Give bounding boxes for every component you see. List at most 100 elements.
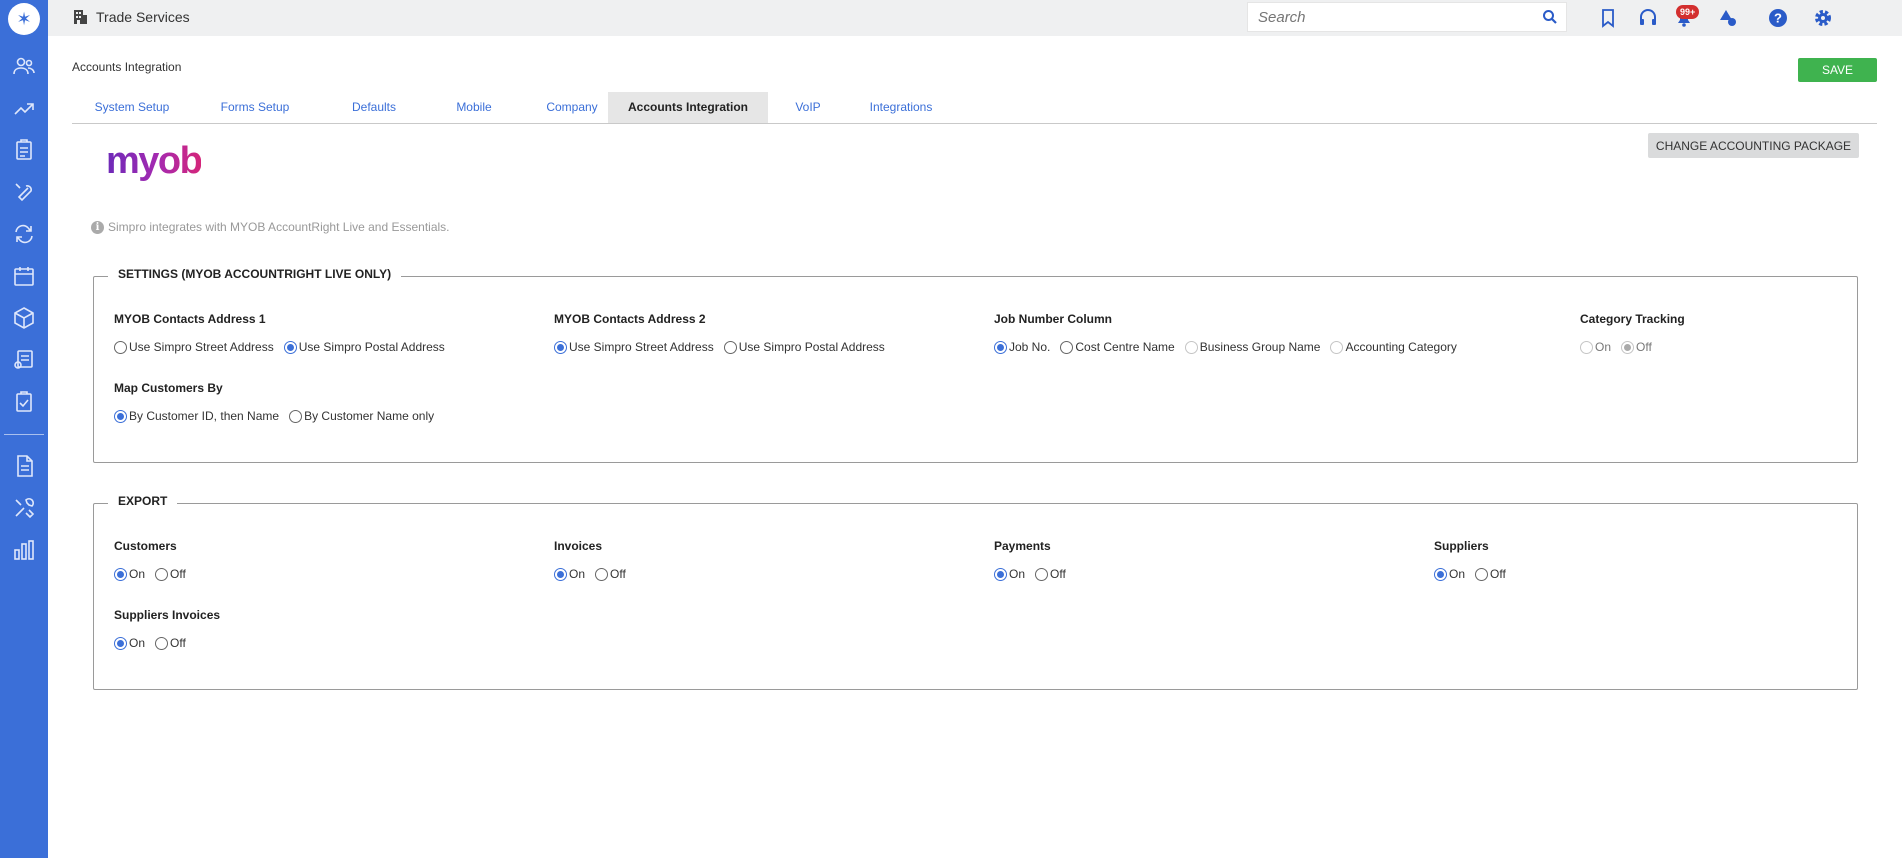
- job-number-column-label: Job Number Column: [994, 312, 1113, 326]
- option-label: Use Simpro Street Address: [129, 340, 274, 354]
- radio-button[interactable]: [289, 409, 303, 423]
- wrench-icon[interactable]: [0, 172, 48, 212]
- radio-button[interactable]: [155, 567, 169, 581]
- contacts-address-1-street-option[interactable]: Use Simpro Street Address: [114, 340, 274, 354]
- contacts-address-2-street-option[interactable]: Use Simpro Street Address: [554, 340, 714, 354]
- radio-button[interactable]: [114, 636, 127, 650]
- export-customers-group: Customers On Off: [114, 539, 186, 581]
- radio-button[interactable]: [723, 340, 737, 354]
- radio-button[interactable]: [595, 567, 609, 581]
- category-tracking-label: Category Tracking: [1580, 312, 1685, 326]
- app-switcher[interactable]: Trade Services: [72, 9, 190, 25]
- option-label: Use Simpro Postal Address: [298, 340, 445, 354]
- export-suppliers-on-option[interactable]: On: [1434, 567, 1465, 581]
- tab-accounts-integration[interactable]: Accounts Integration: [608, 92, 768, 123]
- radio-button[interactable]: [994, 340, 1007, 354]
- people-icon[interactable]: [0, 46, 48, 86]
- info-text: Simpro integrates with MYOB AccountRight…: [108, 220, 450, 234]
- export-suppliers-label: Suppliers: [1434, 539, 1489, 553]
- option-label: Off: [1490, 567, 1506, 581]
- calendar-icon[interactable]: [0, 256, 48, 296]
- tab-voip[interactable]: VoIP: [768, 92, 848, 123]
- category-tracking-on-option[interactable]: On: [1580, 340, 1611, 354]
- export-suppliers-off-option[interactable]: Off: [1475, 567, 1506, 581]
- radio-button[interactable]: [1060, 340, 1074, 354]
- radio-button[interactable]: [1580, 340, 1593, 354]
- tab-bar: System Setup Forms Setup Defaults Mobile…: [72, 92, 1877, 124]
- map-by-customer-name-option[interactable]: By Customer Name only: [289, 409, 434, 423]
- search-input[interactable]: [1248, 3, 1528, 31]
- radio-button[interactable]: [1184, 340, 1198, 354]
- leads-icon[interactable]: [0, 88, 48, 128]
- option-label: On: [129, 636, 146, 650]
- radio-button[interactable]: [994, 567, 1007, 581]
- clipboard-icon[interactable]: [0, 130, 48, 170]
- business-group-name-option[interactable]: Business Group Name: [1184, 340, 1320, 354]
- export-customers-on-option[interactable]: On: [114, 567, 145, 581]
- export-customers-off-option[interactable]: Off: [155, 567, 186, 581]
- option-label: Cost Centre Name: [1075, 340, 1175, 354]
- tab-mobile[interactable]: Mobile: [430, 92, 518, 123]
- save-button[interactable]: SAVE: [1798, 58, 1877, 82]
- document-icon[interactable]: [0, 446, 48, 486]
- export-invoices-off-option[interactable]: Off: [595, 567, 626, 581]
- top-bar: Trade Services 99+ ?: [48, 0, 1902, 36]
- tab-integrations[interactable]: Integrations: [848, 92, 954, 123]
- box-icon[interactable]: [0, 298, 48, 338]
- bookmark-icon[interactable]: [1596, 6, 1620, 30]
- notification-badge: 99+: [1676, 5, 1700, 19]
- radio-button[interactable]: [554, 567, 567, 581]
- option-label: Off: [1050, 567, 1066, 581]
- option-label: Off: [1636, 340, 1652, 354]
- radio-button[interactable]: [114, 340, 127, 354]
- category-tracking-off-option[interactable]: Off: [1621, 340, 1652, 354]
- export-payments-group: Payments On Off: [994, 539, 1066, 581]
- radio-button[interactable]: [283, 340, 297, 354]
- cost-centre-name-option[interactable]: Cost Centre Name: [1060, 340, 1175, 354]
- tab-forms-setup[interactable]: Forms Setup: [192, 92, 318, 123]
- map-customers-by-label: Map Customers By: [114, 381, 223, 395]
- export-payments-on-option[interactable]: On: [994, 567, 1025, 581]
- recurring-icon[interactable]: [0, 214, 48, 254]
- export-suppliers-group: Suppliers On Off: [1434, 539, 1506, 581]
- option-label: Use Simpro Postal Address: [738, 340, 885, 354]
- export-suppliers-invoices-label: Suppliers Invoices: [114, 608, 221, 622]
- app-logo-icon[interactable]: ✶: [8, 3, 40, 35]
- tab-system-setup[interactable]: System Setup: [72, 92, 192, 123]
- radio-button[interactable]: [1621, 340, 1635, 354]
- export-payments-label: Payments: [994, 539, 1051, 553]
- export-suppliers-invoices-on-option[interactable]: On: [114, 636, 145, 650]
- headset-icon[interactable]: [1636, 6, 1660, 30]
- tools-icon[interactable]: [0, 488, 48, 528]
- contacts-address-1-postal-option[interactable]: Use Simpro Postal Address: [283, 340, 445, 354]
- map-by-customer-id-option[interactable]: By Customer ID, then Name: [114, 409, 279, 423]
- contacts-address-2-postal-option[interactable]: Use Simpro Postal Address: [723, 340, 885, 354]
- sidebar: ✶: [0, 0, 48, 858]
- help-icon[interactable]: ?: [1766, 6, 1790, 30]
- export-payments-off-option[interactable]: Off: [1035, 567, 1066, 581]
- checklist-icon[interactable]: [0, 382, 48, 422]
- radio-button[interactable]: [1035, 567, 1049, 581]
- radio-button[interactable]: [114, 409, 127, 423]
- quotes-icon[interactable]: [0, 340, 48, 380]
- option-label: Accounting Category: [1345, 340, 1457, 354]
- shapes-icon[interactable]: [1716, 6, 1740, 30]
- settings-legend: SETTINGS (MYOB ACCOUNTRIGHT LIVE ONLY): [108, 267, 402, 281]
- app-root: ✶ Trade Services Search 99+ ? Accounts I…: [0, 0, 1902, 858]
- radio-button[interactable]: [114, 567, 127, 581]
- export-suppliers-invoices-off-option[interactable]: Off: [155, 636, 186, 650]
- reports-icon[interactable]: [0, 530, 48, 570]
- gear-icon[interactable]: [1811, 6, 1835, 30]
- radio-button[interactable]: [155, 636, 169, 650]
- radio-button[interactable]: [1330, 340, 1344, 354]
- change-accounting-package-button[interactable]: CHANGE ACCOUNTING PACKAGE: [1648, 133, 1859, 158]
- job-number-option[interactable]: Job No.: [994, 340, 1050, 354]
- radio-button[interactable]: [1434, 567, 1447, 581]
- radio-button[interactable]: [554, 340, 567, 354]
- radio-button[interactable]: [1475, 567, 1489, 581]
- search-icon[interactable]: [1542, 9, 1558, 25]
- accounting-category-option[interactable]: Accounting Category: [1330, 340, 1457, 354]
- tab-defaults[interactable]: Defaults: [318, 92, 430, 123]
- export-invoices-on-option[interactable]: On: [554, 567, 585, 581]
- option-label: Job No.: [1009, 340, 1051, 354]
